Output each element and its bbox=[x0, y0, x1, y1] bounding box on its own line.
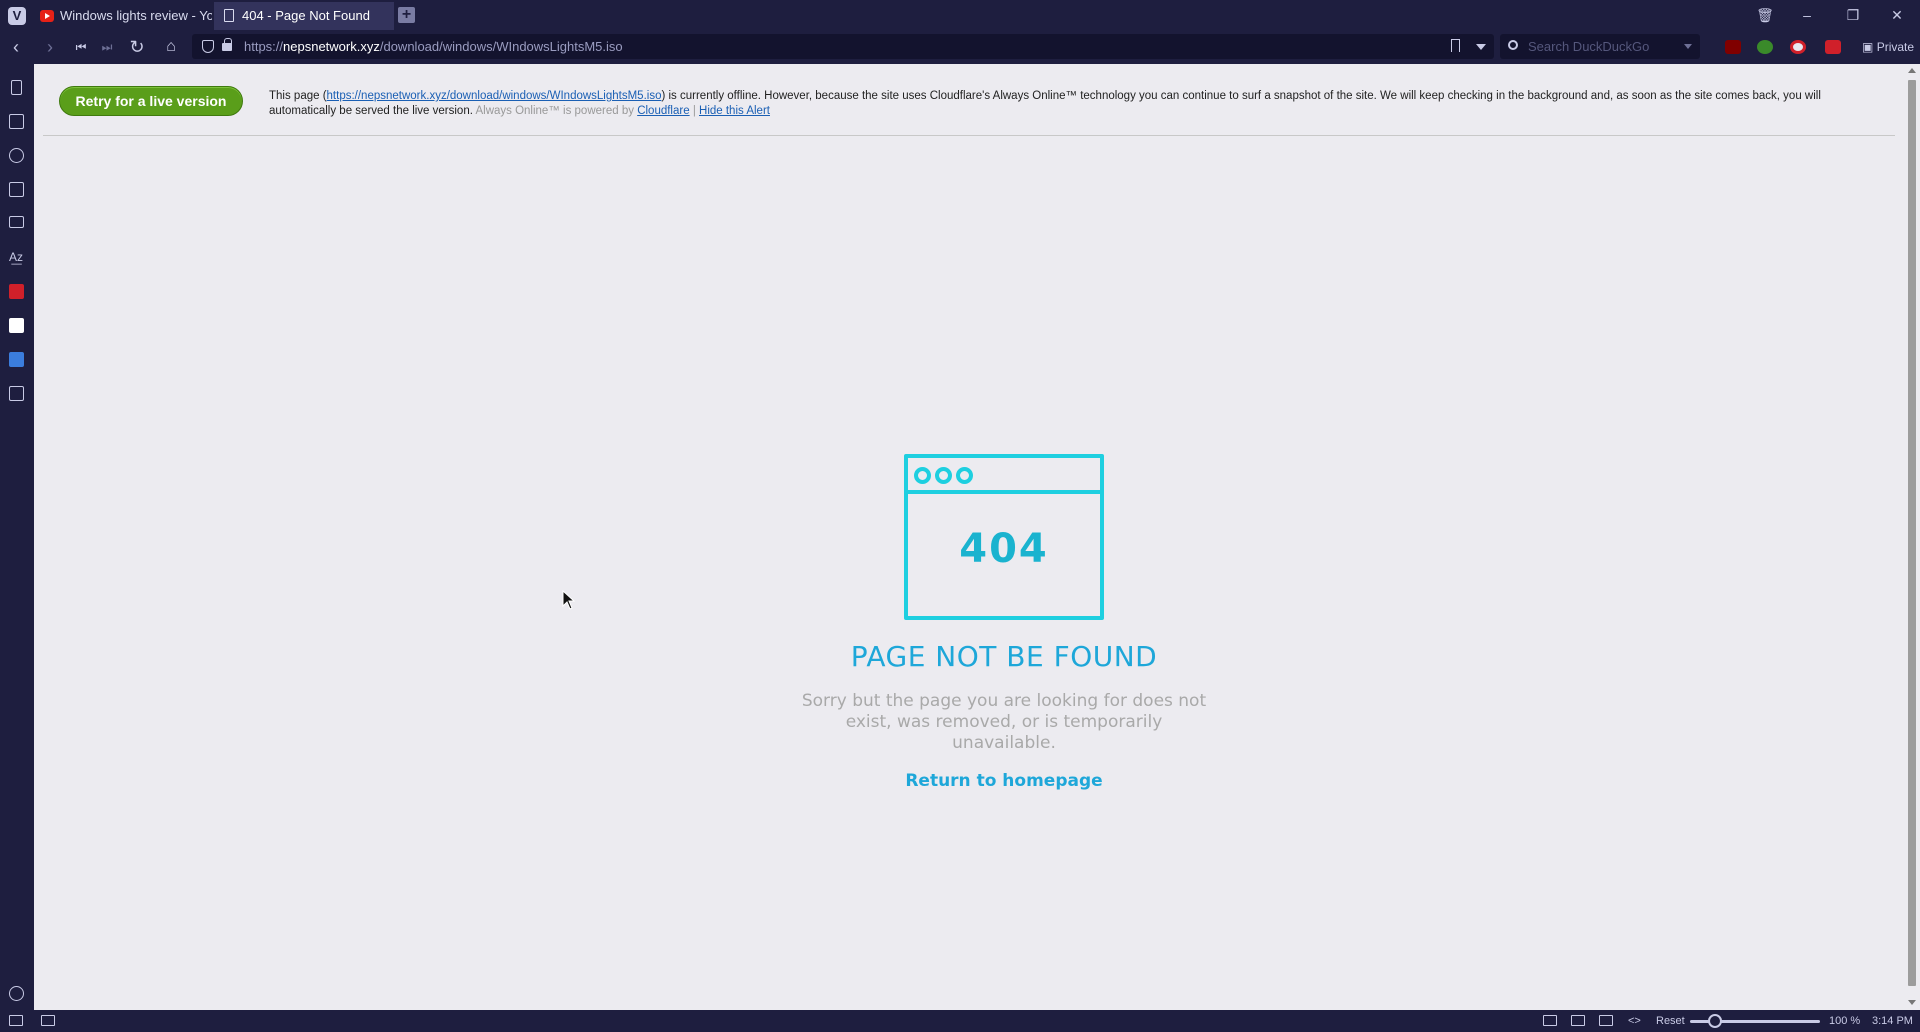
vertical-scrollbar[interactable] bbox=[1904, 64, 1920, 1010]
settings-gear-icon[interactable] bbox=[9, 986, 24, 1001]
forward-button[interactable]: › bbox=[39, 36, 61, 58]
restore-button[interactable]: ❐ bbox=[1838, 4, 1868, 26]
tile-tabs-icon[interactable] bbox=[41, 1015, 55, 1026]
page-actions-icon[interactable]: <> bbox=[1628, 1010, 1641, 1032]
fast-forward-button[interactable]: ⏭ bbox=[96, 36, 118, 58]
zoom-level: 100 % bbox=[1829, 1015, 1861, 1027]
google-translate-icon[interactable] bbox=[9, 352, 24, 367]
notes-icon[interactable] bbox=[9, 182, 24, 197]
address-bar[interactable]: https://nepsnetwork.xyz/download/windows… bbox=[192, 34, 1494, 59]
private-indicator: ▣ Private bbox=[1862, 30, 1914, 64]
cloudflare-message: This page (https://nepsnetwork.xyz/downl… bbox=[269, 89, 1879, 119]
browser-window-illustration: 404 bbox=[904, 454, 1104, 620]
document-icon bbox=[224, 9, 234, 22]
window-title-bar bbox=[908, 458, 1100, 494]
downloads-icon[interactable] bbox=[9, 114, 24, 129]
window-panel-icon[interactable] bbox=[9, 216, 24, 228]
cloudflare-always-online-bar: Retry for a live version This page (http… bbox=[43, 64, 1895, 136]
window-dot bbox=[935, 467, 952, 484]
mouse-cursor-icon bbox=[562, 589, 576, 615]
tab-404[interactable]: 404 - Page Not Found bbox=[214, 2, 394, 30]
address-toolbar: ‹ › ⏮ ⏭ ↻ ⌂ https://nepsnetwork.xyz/down… bbox=[0, 30, 1920, 64]
cloudflare-link[interactable]: Cloudflare bbox=[637, 105, 689, 117]
page-url-link[interactable]: https://nepsnetwork.xyz/download/windows… bbox=[327, 90, 662, 102]
translate-icon[interactable]: A͟z bbox=[9, 250, 24, 265]
page-content: Retry for a live version This page (http… bbox=[34, 64, 1904, 1010]
search-icon bbox=[1508, 40, 1518, 50]
window-dot bbox=[914, 467, 931, 484]
history-icon[interactable] bbox=[9, 148, 24, 163]
url-prefix: https:// bbox=[244, 39, 284, 54]
search-placeholder: Search DuckDuckGo bbox=[1528, 39, 1650, 54]
side-panel: A͟z bbox=[0, 64, 34, 1010]
page-title: PAGE NOT BE FOUND bbox=[850, 640, 1158, 673]
close-window-button[interactable]: ✕ bbox=[1882, 4, 1912, 26]
scroll-thumb[interactable] bbox=[1908, 80, 1916, 986]
not-found-section: 404 PAGE NOT BE FOUND Sorry but the page… bbox=[724, 454, 1284, 791]
error-code: 404 bbox=[959, 526, 1049, 572]
chevron-down-icon[interactable] bbox=[1476, 44, 1486, 50]
images-icon[interactable] bbox=[1599, 1015, 1613, 1026]
trash-icon[interactable]: 🗑 bbox=[1750, 4, 1780, 26]
url-text[interactable]: https://nepsnetwork.xyz/download/windows… bbox=[244, 34, 623, 59]
private-label: Private bbox=[1876, 40, 1915, 54]
back-button[interactable]: ‹ bbox=[5, 36, 27, 58]
error-description: Sorry but the page you are looking for d… bbox=[801, 691, 1207, 753]
home-button[interactable]: ⌂ bbox=[160, 36, 182, 58]
tab-youtube[interactable]: Windows lights review - Yo bbox=[32, 2, 212, 30]
scroll-up-arrow[interactable] bbox=[1908, 68, 1916, 73]
capture-icon[interactable] bbox=[1543, 1015, 1557, 1026]
add-panel-icon[interactable] bbox=[9, 386, 24, 401]
extension-globe-icon[interactable] bbox=[1757, 40, 1773, 54]
wikipedia-icon[interactable] bbox=[9, 318, 24, 333]
reload-button[interactable]: ↻ bbox=[126, 36, 148, 58]
lock-icon[interactable] bbox=[222, 38, 232, 51]
extension-forward-icon[interactable] bbox=[1825, 40, 1841, 54]
zoom-slider-handle[interactable] bbox=[1708, 1014, 1722, 1028]
tab-title: Windows lights review - Yo bbox=[60, 8, 212, 23]
vivaldi-panel-icon[interactable] bbox=[9, 284, 24, 299]
url-path: /download/windows/WIndowsLightsM5.iso bbox=[379, 39, 623, 54]
minimize-button[interactable]: – bbox=[1792, 4, 1822, 26]
separator: | bbox=[692, 105, 696, 117]
rewind-button[interactable]: ⏮ bbox=[70, 36, 92, 58]
scroll-down-arrow[interactable] bbox=[1908, 1000, 1916, 1005]
search-field[interactable]: Search DuckDuckGo bbox=[1500, 34, 1700, 59]
zoom-reset-button[interactable]: Reset bbox=[1656, 1010, 1685, 1032]
return-homepage-link[interactable]: Return to homepage bbox=[905, 771, 1102, 791]
bookmarks-icon[interactable] bbox=[11, 80, 22, 95]
window-dot bbox=[956, 467, 973, 484]
vivaldi-menu-icon[interactable]: V bbox=[8, 7, 26, 25]
shield-icon[interactable] bbox=[202, 40, 214, 53]
message-prefix: This page ( bbox=[269, 90, 327, 102]
clock: 3:14 PM bbox=[1872, 1015, 1913, 1027]
powered-by-text: Always Online™ is powered by bbox=[475, 105, 634, 117]
ublock-icon[interactable] bbox=[1725, 40, 1741, 54]
new-tab-button[interactable]: + bbox=[398, 7, 415, 23]
tab-title: 404 - Page Not Found bbox=[242, 8, 370, 23]
hide-alert-link[interactable]: Hide this Alert bbox=[699, 105, 770, 117]
status-bar: <> Reset 100 % 3:14 PM bbox=[0, 1010, 1920, 1032]
youtube-icon bbox=[40, 10, 54, 22]
retry-live-version-button[interactable]: Retry for a live version bbox=[59, 86, 243, 116]
extension-power-icon[interactable] bbox=[1790, 40, 1806, 54]
bookmark-icon[interactable] bbox=[1451, 39, 1460, 52]
private-icon: ▣ bbox=[1862, 40, 1874, 54]
chevron-down-icon[interactable] bbox=[1684, 44, 1692, 49]
url-host: nepsnetwork.xyz bbox=[283, 39, 380, 54]
panel-toggle-icon[interactable] bbox=[9, 1015, 23, 1026]
tab-bar: V Windows lights review - Yo 404 - Page … bbox=[0, 0, 1920, 30]
page-tiling-icon[interactable] bbox=[1571, 1015, 1585, 1026]
